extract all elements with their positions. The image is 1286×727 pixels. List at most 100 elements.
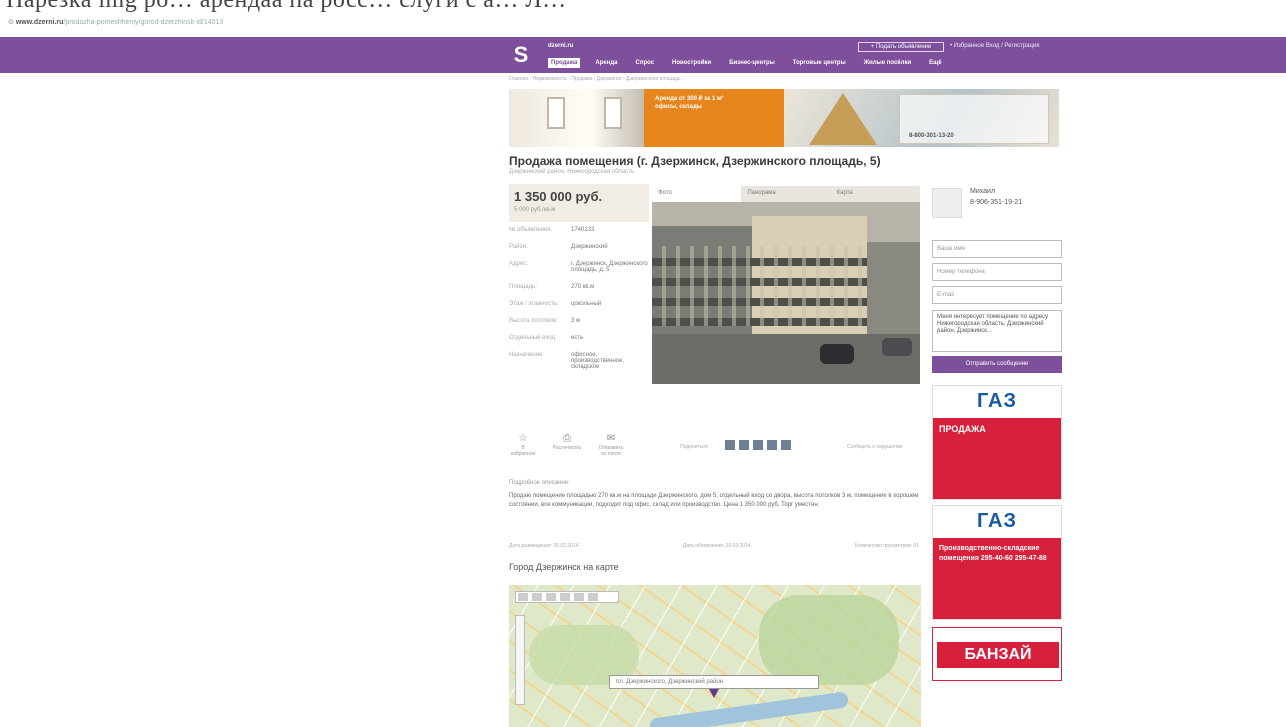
listing-photo[interactable] <box>652 202 920 384</box>
tab-panorama[interactable]: Панорама <box>741 186 830 202</box>
map-zoom-slider[interactable] <box>515 615 525 705</box>
page-subtitle: Дзержинский район, Нижегородская область <box>509 169 635 175</box>
banzai-ad[interactable]: БАНЗАЙ <box>932 627 1062 681</box>
site-logo[interactable]: S <box>508 42 534 68</box>
gaz-sale-ad[interactable]: ГАЗ ПРОДАЖА <box>932 385 1062 500</box>
map-heading: Город Дзержинск на карте <box>509 562 619 572</box>
property-row: Отдельный вход: есть <box>509 335 651 341</box>
property-label: Площадь: <box>509 284 537 290</box>
price-per-sqm: 5 000 руб./кв.м <box>514 207 556 213</box>
action-label: Отправить по почте <box>598 445 624 457</box>
property-row: Высота потолков: 3 м <box>509 318 651 324</box>
twitter-icon[interactable] <box>753 440 763 450</box>
property-label: № объявления: <box>509 227 553 233</box>
banner-room-image <box>509 89 644 147</box>
gaz-sale-text: ПРОДАЖА <box>933 418 1061 499</box>
property-label: Отдельный вход: <box>509 335 557 341</box>
property-label: Высота потолков: <box>509 318 558 324</box>
property-list: № объявления: 1740133 Район: Дзержинский А… <box>509 227 651 381</box>
url-path: /prodazha-pomeshheniy/gorod-dzerzhinsk-i… <box>63 19 224 26</box>
banner-promo-text: Аренда от 300 ₽ за 1 м² офисы, склады <box>655 96 724 110</box>
map-forest <box>759 595 899 685</box>
mailru-icon[interactable] <box>781 440 791 450</box>
page-title: Продажа помещения (г. Дзержинск, Дзержин… <box>509 154 881 168</box>
map-print-icon[interactable] <box>588 593 598 601</box>
banner-window <box>604 97 622 129</box>
main-menu: Продажа Аренда Спрос Новостройки Бизнес-… <box>548 58 945 68</box>
photo-columns <box>652 246 867 326</box>
created-date: Дата размещения: 20.02.2014 <box>509 543 579 549</box>
breadcrumb[interactable]: Главная › Недвижимость › Продажа › Дзерж… <box>509 76 681 82</box>
map-hand-icon[interactable] <box>518 593 528 601</box>
map-toolbar[interactable] <box>515 591 619 603</box>
envelope-icon: ✉ <box>606 433 616 444</box>
email-button[interactable]: ✉ Отправить по почте <box>597 433 625 457</box>
property-label: Район: <box>509 244 528 250</box>
property-value: 1740133 <box>571 227 595 233</box>
action-label: Распечатать <box>552 445 582 451</box>
menu-item-newbuilds[interactable]: Новостройки <box>669 58 714 68</box>
url-domain: www.dzerni.ru <box>15 19 64 26</box>
url-bar[interactable]: ⊙ www.dzerni.ru/prodazha-pomeshheniy/gor… <box>8 18 223 30</box>
listing-meta: Дата размещения: 20.02.2014 Дата обновле… <box>509 543 919 549</box>
add-favorite-button[interactable]: ☆ В избранное <box>509 433 537 457</box>
property-value: есть <box>571 335 584 341</box>
add-listing-button[interactable]: + Подать объявление <box>858 42 944 52</box>
photo-building <box>867 242 920 334</box>
map-zoom-icon[interactable] <box>532 593 542 601</box>
map-pin-icon[interactable] <box>709 689 719 698</box>
action-label: В избранное <box>510 445 536 457</box>
top-strip: Нарезка img ро… арендаа па росс… слуги с… <box>0 0 1286 16</box>
map-ruler-icon[interactable] <box>546 593 556 601</box>
login-links[interactable]: • Избранное Вход / Регистрация <box>950 43 1040 49</box>
message-textarea[interactable]: Меня интересует помещение по адресу Ниже… <box>932 310 1062 352</box>
send-message-button[interactable]: Отправить сообщение <box>932 356 1062 373</box>
updated-date: Дата обновления: 20.03.2014 <box>682 543 751 549</box>
menu-item-more[interactable]: Ещё <box>926 58 944 68</box>
agent-name: Михаил <box>970 188 996 195</box>
map-traffic-icon[interactable] <box>574 593 584 601</box>
map-search-box[interactable]: пл. Дзержинского, Дзержинский район <box>609 675 819 689</box>
menu-item-villages[interactable]: Жилые посёлки <box>861 58 914 68</box>
gaz-logo: ГАЗ <box>933 506 1061 538</box>
star-icon: ☆ <box>518 433 528 444</box>
agent-phone[interactable]: 8-906-351-19-21 <box>970 199 1022 206</box>
menu-item-rent[interactable]: Аренда <box>592 58 620 68</box>
gaz-warehouse-ad[interactable]: ГАЗ Производственно-складские помещения … <box>932 505 1062 620</box>
photo-car <box>882 338 912 356</box>
agent-avatar <box>932 188 962 218</box>
menu-item-sale[interactable]: Продажа <box>548 58 581 68</box>
photo-car <box>820 344 854 364</box>
property-value: г. Дзержинск, Дзержинского площадь, д. 5 <box>571 261 648 273</box>
city-map[interactable]: пл. Дзержинского, Дзержинский район <box>509 585 921 727</box>
listing-price: 1 350 000 руб. <box>514 189 603 204</box>
listing-description: Продаю помещение площадью 270 кв.м на пл… <box>509 493 919 508</box>
menu-item-demand[interactable]: Спрос <box>632 58 657 68</box>
listing-actions: ☆ В избранное ⎙ Распечатать ✉ Отправить по … <box>509 433 649 457</box>
email-field[interactable]: E-mail <box>932 286 1062 304</box>
banner-phone: 8-800-301-13-20 <box>909 133 954 139</box>
print-button[interactable]: ⎙ Распечатать <box>552 433 582 457</box>
vk-icon[interactable] <box>725 440 735 450</box>
phone-field[interactable]: Номер телефона <box>932 263 1062 281</box>
facebook-icon[interactable] <box>739 440 749 450</box>
report-link[interactable]: Сообщить о нарушении <box>847 444 902 450</box>
property-row: Район: Дзержинский <box>509 244 651 250</box>
tab-photo[interactable]: Фото <box>652 186 742 202</box>
banner-roof-shape <box>809 93 877 145</box>
share-label: Поделиться: <box>680 444 709 450</box>
top-ad-banner[interactable]: Аренда от 300 ₽ за 1 м² офисы, склады 8-… <box>509 89 1059 147</box>
menu-item-malls[interactable]: Торговые центры <box>790 58 849 68</box>
site-name: dzerni.ru <box>548 43 574 49</box>
gaz-warehouse-text: Производственно-складские помещения 295-… <box>933 538 1061 619</box>
odnoklassniki-icon[interactable] <box>767 440 777 450</box>
top-strip-text: Нарезка img ро… арендаа па росс… слуги с… <box>6 0 567 13</box>
map-layers-icon[interactable] <box>560 593 570 601</box>
property-label: Этаж / этажность: <box>509 301 559 307</box>
menu-item-business-centers[interactable]: Бизнес-центры <box>726 58 778 68</box>
site-title: dzerni.ru <box>548 43 581 49</box>
property-value: офисное, производственное, складское <box>571 352 625 370</box>
tab-map[interactable]: Карта <box>831 186 920 202</box>
gaz-logo: ГАЗ <box>933 386 1061 418</box>
name-field[interactable]: Ваше имя <box>932 240 1062 258</box>
